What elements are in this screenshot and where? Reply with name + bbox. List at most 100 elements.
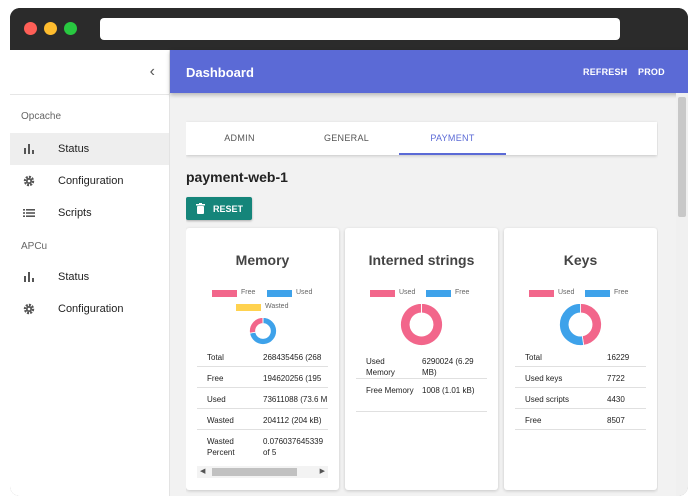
legend-label: Used [558, 289, 575, 296]
browser-titlebar [10, 8, 688, 50]
stat-value: 0.076037645339 of 5 [263, 437, 324, 457]
legend-swatch [267, 290, 292, 297]
stat-value: 7722 [607, 374, 625, 383]
horizontal-scrollbar[interactable]: ◀ ▶ [197, 466, 328, 478]
stat-key: Total [207, 353, 224, 362]
scroll-left-icon[interactable]: ◀ [200, 468, 205, 476]
interned-strings-card: Interned strings Used Free Used Memory 6… [345, 228, 498, 490]
donut-slice-free[interactable] [559, 303, 585, 346]
stat-key: Used [207, 395, 226, 404]
reset-label: RESET [213, 204, 244, 214]
interned-strings-stats-table: Used Memory 6290024 (6.29 MB) Free Memor… [356, 350, 487, 412]
legend-swatch [585, 290, 610, 297]
sidebar-item-apcu-status[interactable]: Status [10, 261, 169, 293]
stat-value: 268435456 (268 [263, 353, 322, 362]
stat-value: 1008 (1.01 kB) [422, 386, 475, 395]
sidebar: ‹ Opcache Status Configuration Scripts A… [10, 50, 170, 496]
close-window-icon[interactable] [24, 22, 37, 35]
vertical-scrollbar[interactable] [676, 93, 688, 496]
gear-icon [23, 303, 35, 315]
sidebar-section-apcu: APCu [21, 241, 48, 252]
legend-label: Free [241, 289, 256, 296]
table-row: Total 16229 [515, 346, 646, 367]
trash-icon [196, 203, 205, 214]
server-name: payment-web-1 [186, 169, 288, 185]
legend-label: Wasted [265, 303, 289, 310]
sidebar-header: ‹ [10, 50, 169, 95]
memory-stats-table: Total 268435456 (268 Free 194620256 (195… [197, 346, 328, 464]
table-row: Total 268435456 (268 [197, 346, 328, 367]
sidebar-item-label: Status [58, 271, 90, 283]
maximize-window-icon[interactable] [64, 22, 77, 35]
keys-donut-chart [559, 303, 602, 346]
bar-chart-icon [24, 272, 34, 282]
legend-swatch [529, 290, 554, 297]
address-bar[interactable] [100, 18, 620, 40]
app-body: ‹ Opcache Status Configuration Scripts A… [10, 50, 688, 496]
legend-swatch [236, 304, 261, 311]
keys-card: Keys Used Free Total 16229 Used keys 772… [504, 228, 657, 490]
stat-key: Used keys [525, 374, 563, 383]
server-tabs: ADMIN GENERAL PAYMENT [186, 122, 657, 155]
stat-key: Wasted [207, 416, 234, 425]
table-row: Free 8507 [515, 409, 646, 430]
keys-card-title: Keys [563, 252, 598, 268]
memory-card-title: Memory [235, 252, 290, 268]
sidebar-item-opcache-scripts[interactable]: Scripts [10, 197, 169, 229]
stat-value: 73611088 (73.6 M [263, 395, 328, 404]
stat-key: Total [525, 353, 542, 362]
donut-slice-used[interactable] [580, 303, 602, 346]
sidebar-item-opcache-configuration[interactable]: Configuration [10, 165, 169, 197]
table-row: Wasted 204112 (204 kB) [197, 409, 328, 430]
interned-strings-card-title: Interned strings [368, 252, 475, 268]
tab-admin[interactable]: ADMIN [186, 122, 293, 155]
browser-window: ‹ Opcache Status Configuration Scripts A… [10, 8, 688, 496]
chevron-left-icon[interactable]: ‹ [150, 64, 155, 80]
legend-swatch [370, 290, 395, 297]
legend-swatch [212, 290, 237, 297]
memory-card: Memory Free Used Wasted Total 268435456 … [186, 228, 339, 490]
reset-button[interactable]: RESET [186, 197, 252, 220]
app-bar: Dashboard REFRESH PROD [170, 50, 688, 93]
main-content: ADMIN GENERAL PAYMENT payment-web-1 RESE… [186, 112, 658, 496]
page-title: Dashboard [186, 65, 254, 80]
memory-donut-chart [249, 317, 277, 345]
table-row: Used Memory 6290024 (6.29 MB) [356, 350, 487, 379]
sidebar-item-label: Configuration [58, 175, 124, 187]
legend-label: Free [614, 289, 629, 296]
bar-chart-icon [24, 144, 34, 154]
stat-value: 204112 (204 kB) [263, 416, 322, 425]
tab-payment[interactable]: PAYMENT [399, 122, 506, 155]
interned-strings-donut-chart [400, 303, 443, 346]
donut-slice-used[interactable] [249, 317, 264, 334]
sidebar-item-apcu-configuration[interactable]: Configuration [10, 293, 169, 325]
table-row: Free 194620256 (195 [197, 367, 328, 388]
sidebar-item-label: Configuration [58, 303, 124, 315]
stat-value: 194620256 (195 [263, 374, 322, 383]
table-row: Used keys 7722 [515, 367, 646, 388]
scrollbar-thumb[interactable] [212, 468, 297, 476]
scrollbar-thumb[interactable] [678, 97, 686, 217]
stat-key: Free [207, 374, 224, 383]
minimize-window-icon[interactable] [44, 22, 57, 35]
keys-stats-table: Total 16229 Used keys 7722 Used scripts … [515, 346, 646, 430]
prod-button[interactable]: PROD [638, 67, 665, 77]
legend-label: Used [399, 289, 416, 296]
table-row: Free Memory 1008 (1.01 kB) [356, 379, 487, 412]
table-row: Used 73611088 (73.6 M [197, 388, 328, 409]
legend-label: Free [455, 289, 470, 296]
sidebar-item-opcache-status[interactable]: Status [10, 133, 169, 165]
refresh-button[interactable]: REFRESH [583, 67, 627, 77]
stat-key: Free Memory [366, 386, 414, 395]
sidebar-section-opcache: Opcache [21, 111, 62, 122]
table-row: Wasted Percent 0.076037645339 of 5 [197, 430, 328, 464]
tab-general[interactable]: GENERAL [293, 122, 400, 155]
legend-swatch [426, 290, 451, 297]
table-row: Used scripts 4430 [515, 388, 646, 409]
legend-label: Used [296, 289, 313, 296]
stat-value: 6290024 (6.29 MB) [422, 357, 474, 377]
stat-value: 16229 [607, 353, 630, 362]
stat-value: 8507 [607, 416, 625, 425]
stat-key: Wasted Percent [207, 437, 235, 457]
scroll-right-icon[interactable]: ▶ [320, 468, 325, 476]
